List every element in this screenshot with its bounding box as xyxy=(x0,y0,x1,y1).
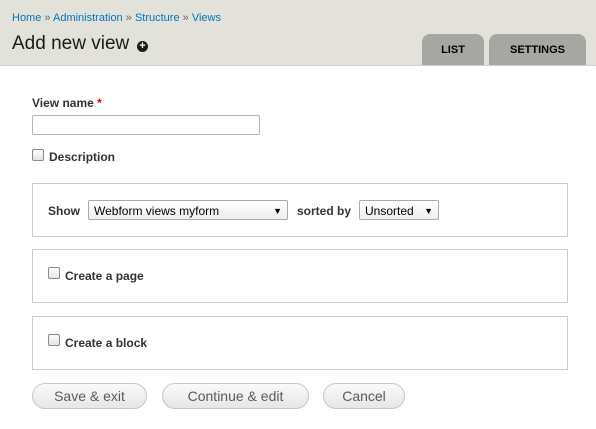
show-fieldset: Show Webform views myform ▼ sorted by Un… xyxy=(32,183,568,237)
plus-circle-icon[interactable]: + xyxy=(137,41,148,52)
sort-select[interactable]: Unsorted ▼ xyxy=(359,200,439,220)
breadcrumb-separator: » xyxy=(182,12,189,24)
show-label: Show xyxy=(48,204,80,218)
description-label: Description xyxy=(49,150,116,164)
breadcrumb-separator: » xyxy=(44,12,51,24)
tab-settings[interactable]: SETTINGS xyxy=(489,34,586,65)
breadcrumb-home[interactable]: Home xyxy=(12,12,41,24)
breadcrumb: Home » Administration » Structure » View… xyxy=(12,12,221,24)
view-name-label-text: View name xyxy=(32,96,94,110)
create-page-label: Create a page xyxy=(65,269,144,283)
dropdown-arrow-icon: ▼ xyxy=(273,206,282,216)
show-select[interactable]: Webform views myform ▼ xyxy=(88,200,288,220)
continue-edit-button[interactable]: Continue & edit xyxy=(162,383,309,409)
create-block-checkbox[interactable] xyxy=(48,334,60,346)
breadcrumb-separator: » xyxy=(125,12,132,24)
breadcrumb-structure[interactable]: Structure xyxy=(135,12,180,24)
show-select-value: Webform views myform xyxy=(94,204,220,218)
required-marker: * xyxy=(97,96,102,110)
sorted-by-label: sorted by xyxy=(297,204,352,218)
save-exit-button[interactable]: Save & exit xyxy=(32,383,147,409)
dropdown-arrow-icon: ▼ xyxy=(424,206,433,216)
cancel-button[interactable]: Cancel xyxy=(323,383,405,409)
page-header: Home » Administration » Structure » View… xyxy=(0,0,596,66)
create-block-fieldset: Create a block xyxy=(32,316,568,370)
breadcrumb-views[interactable]: Views xyxy=(192,12,221,24)
breadcrumb-administration[interactable]: Administration xyxy=(53,12,123,24)
create-block-label: Create a block xyxy=(65,336,148,350)
create-page-checkbox[interactable] xyxy=(48,267,60,279)
tab-list[interactable]: LIST xyxy=(422,34,484,65)
create-page-fieldset: Create a page xyxy=(32,249,568,303)
sort-select-value: Unsorted xyxy=(365,204,414,218)
view-name-input[interactable] xyxy=(32,115,260,135)
view-name-label: View name * xyxy=(32,96,102,110)
description-checkbox[interactable] xyxy=(32,149,44,161)
page-title: Add new view xyxy=(12,33,130,54)
